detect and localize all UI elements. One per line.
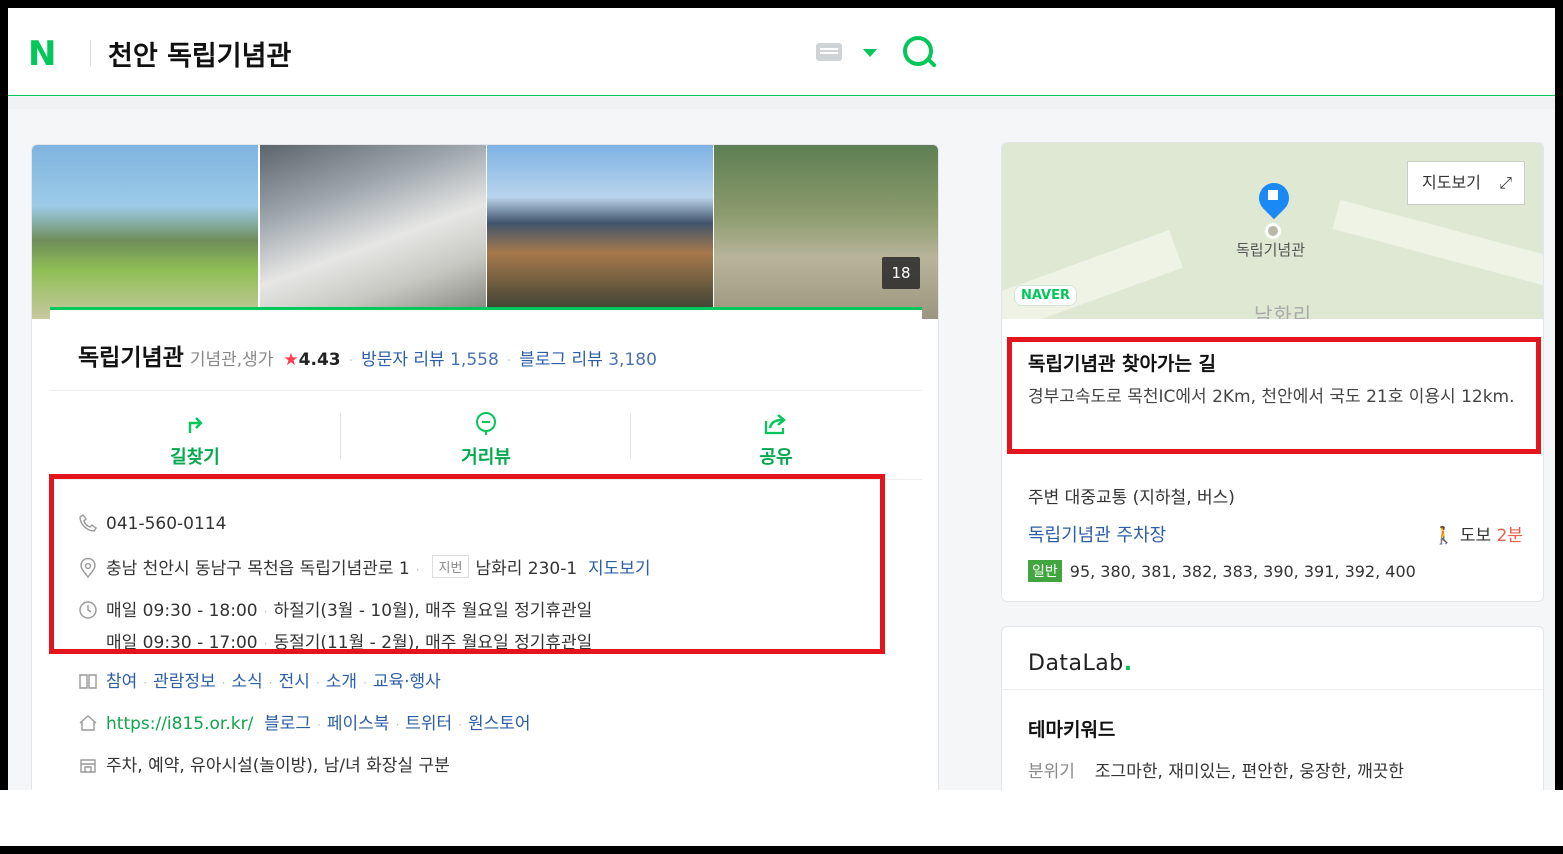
- chevron-down-icon[interactable]: [863, 49, 877, 57]
- naver-map-badge: NAVER: [1014, 285, 1078, 306]
- walk-minutes: 2분: [1496, 526, 1523, 546]
- directions-label: 길찾기: [170, 447, 220, 468]
- menu-link[interactable]: 소개: [326, 672, 357, 692]
- theme-keyword-row: 분위기 조그마한, 재미있는, 편안한, 웅장한, 깨끗한: [1028, 757, 1404, 782]
- keyboard-icon[interactable]: [816, 43, 842, 61]
- separator: ·: [221, 676, 226, 690]
- map-pin-base: [1265, 223, 1281, 239]
- highlight-box: [49, 474, 885, 654]
- map-view-button[interactable]: 지도보기 ⤢: [1407, 161, 1525, 205]
- visitor-review-label: 방문자 리뷰: [361, 350, 445, 370]
- place-name[interactable]: 독립기념관: [78, 345, 184, 371]
- transit-heading: 주변 대중교통 (지하철, 버스): [1028, 488, 1235, 508]
- search-icon[interactable]: [903, 36, 933, 66]
- directions-icon: [182, 411, 208, 437]
- place-photo[interactable]: [32, 145, 258, 319]
- separator: ·: [395, 718, 400, 732]
- menu-link[interactable]: 소식: [232, 672, 263, 692]
- bus-type-badge: 일반: [1028, 560, 1062, 582]
- highlight-box: [1007, 337, 1541, 454]
- map-preview[interactable]: 지도보기 ⤢ 독립기념관 NAVER 남화리: [1002, 143, 1543, 319]
- theme-keyword-heading: 테마키워드: [1028, 719, 1116, 741]
- directions-button[interactable]: 길찾기: [50, 391, 340, 481]
- map-view-button-label: 지도보기: [1422, 173, 1481, 192]
- photo-strip: 18: [32, 145, 938, 319]
- facilities-row: 주차, 예약, 유아시설(놀이방), 남/녀 화장실 구분: [78, 751, 450, 776]
- walk-label: 도보: [1459, 526, 1492, 546]
- streetview-icon: [473, 411, 499, 437]
- social-link[interactable]: 블로그: [264, 714, 311, 734]
- keyword-category: 분위기: [1028, 762, 1075, 782]
- map-road: [1332, 199, 1543, 297]
- visitor-review-count: 1,558: [450, 350, 499, 370]
- browser-viewport: N 천안 독립기념관 18 독립기념관 기념관,생가 ★4.43 · 방문자 리뷰 1,…: [8, 8, 1555, 790]
- separator: ·: [506, 353, 512, 369]
- streetview-label: 거리뷰: [461, 447, 511, 468]
- share-label: 공유: [759, 447, 793, 468]
- rating-value: 4.43: [298, 350, 341, 370]
- header-shadow-strip: [8, 97, 1555, 109]
- building-icon: [78, 755, 98, 775]
- expand-icon: ⤢: [1499, 173, 1512, 192]
- search-header: N 천안 독립기념관: [8, 8, 1555, 96]
- menu-link[interactable]: 관람정보: [153, 672, 216, 692]
- menu-link[interactable]: 참여: [106, 672, 137, 692]
- header-divider: [90, 40, 91, 66]
- star-icon: ★: [283, 350, 299, 370]
- search-query[interactable]: 천안 독립기념관: [108, 34, 291, 73]
- walk-time: 🚶 도보 2분: [1433, 521, 1523, 546]
- blog-review-link[interactable]: 블로그 리뷰 3,180: [519, 350, 657, 370]
- social-link[interactable]: 페이스북: [327, 714, 390, 734]
- facilities-text: 주차, 예약, 유아시설(놀이방), 남/녀 화장실 구분: [106, 756, 450, 776]
- keyword-values: 조그마한, 재미있는, 편안한, 웅장한, 깨끗한: [1094, 762, 1405, 782]
- blog-review-count: 3,180: [608, 350, 657, 370]
- share-button[interactable]: 공유: [631, 391, 921, 481]
- datalab-logo[interactable]: DataLab.: [1028, 651, 1133, 676]
- homepage-link[interactable]: https://i815.or.kr/: [106, 714, 253, 734]
- map-pin-label: 독립기념관: [1236, 241, 1306, 259]
- naver-logo[interactable]: N: [28, 34, 56, 74]
- map-area-label: 남화리: [1254, 303, 1313, 319]
- homepage-row: https://i815.or.kr/ 블로그 · 페이스북 · 트위터 · 원스토어: [78, 709, 531, 734]
- streetview-button[interactable]: 거리뷰: [341, 391, 631, 481]
- place-category: 기념관,생가: [189, 350, 274, 370]
- home-icon: [78, 713, 98, 733]
- walk-icon: 🚶: [1433, 526, 1455, 546]
- photo-count-badge[interactable]: 18: [882, 257, 920, 289]
- menu-link[interactable]: 교육·행사: [373, 672, 441, 692]
- datalab-card: DataLab. 테마키워드 분위기 조그마한, 재미있는, 편안한, 웅장한, …: [1001, 626, 1544, 790]
- share-icon: [763, 411, 789, 437]
- social-link[interactable]: 원스토어: [468, 714, 531, 734]
- separator: ·: [315, 676, 320, 690]
- place-title-row: 독립기념관 기념관,생가 ★4.43 · 방문자 리뷰 1,558 · 블로그 리뷰 3,1…: [78, 338, 657, 372]
- datalab-logo-dot: .: [1123, 651, 1133, 676]
- separator: ·: [143, 676, 148, 690]
- book-icon: [78, 671, 98, 691]
- separator: ·: [268, 676, 273, 690]
- bottom-bar: [0, 790, 1563, 846]
- transit-stop-link[interactable]: 독립기념관 주차장: [1028, 521, 1166, 547]
- visitor-review-link[interactable]: 방문자 리뷰 1,558: [361, 350, 499, 370]
- menu-link[interactable]: 전시: [279, 672, 310, 692]
- menu-links-row: 참여 · 관람정보 · 소식 · 전시 · 소개 · 교육·행사: [78, 667, 441, 692]
- bus-numbers[interactable]: 95, 380, 381, 382, 383, 390, 391, 392, 4…: [1070, 562, 1416, 581]
- place-card: 18 독립기념관 기념관,생가 ★4.43 · 방문자 리뷰 1,558 · 블로그 리뷰 …: [31, 144, 939, 790]
- separator: ·: [458, 718, 463, 732]
- action-bar: 길찾기 거리뷰 공유: [50, 390, 922, 480]
- datalab-logo-text: DataLab: [1028, 651, 1124, 676]
- separator: ·: [348, 353, 354, 369]
- separator: ·: [317, 718, 321, 732]
- place-photo[interactable]: [714, 145, 938, 319]
- place-photo[interactable]: [487, 145, 713, 319]
- social-link[interactable]: 트위터: [405, 714, 452, 734]
- datalab-divider: [1002, 689, 1543, 690]
- place-photo[interactable]: [260, 145, 486, 319]
- bus-row: 일반 95, 380, 381, 382, 383, 390, 391, 392,…: [1028, 560, 1416, 582]
- flag-icon: [1268, 190, 1278, 200]
- blog-review-label: 블로그 리뷰: [519, 350, 603, 370]
- separator: ·: [363, 676, 367, 690]
